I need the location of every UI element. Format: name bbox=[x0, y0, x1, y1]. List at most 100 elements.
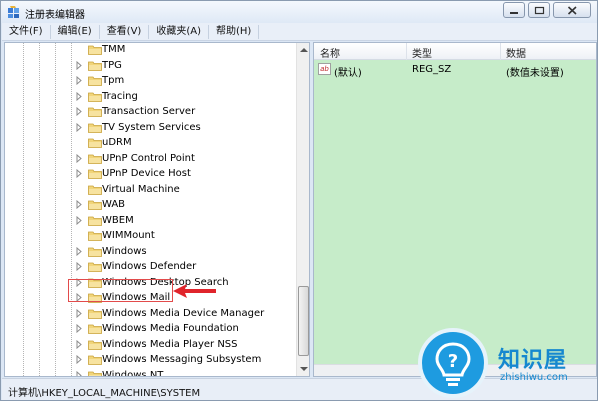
column-header-name[interactable]: 名称 bbox=[320, 45, 340, 60]
question-bulb-icon: ? bbox=[435, 342, 471, 386]
expand-arrow-icon[interactable] bbox=[75, 324, 83, 333]
folder-icon bbox=[88, 107, 102, 117]
folder-icon bbox=[88, 216, 102, 226]
title-bar[interactable]: 注册表编辑器 bbox=[1, 1, 597, 23]
expand-arrow-icon[interactable] bbox=[75, 153, 83, 163]
expand-arrow-icon[interactable] bbox=[75, 107, 83, 116]
column-separator[interactable] bbox=[500, 43, 501, 60]
tree-item[interactable]: Transaction Server bbox=[5, 104, 295, 119]
tree-item[interactable]: WIMMount bbox=[5, 228, 295, 243]
tree-item-label: WAB bbox=[102, 199, 126, 210]
expand-arrow-icon[interactable] bbox=[75, 60, 83, 70]
registry-tree-pane[interactable]: TMM TPG Tpm Tracing Transaction Server TV Sys… bbox=[4, 42, 310, 377]
folder-icon bbox=[88, 231, 102, 241]
minimize-button[interactable] bbox=[503, 2, 525, 18]
tree-item[interactable]: WBEM bbox=[5, 213, 295, 228]
expand-arrow-icon[interactable] bbox=[75, 262, 83, 271]
expand-arrow-icon[interactable] bbox=[75, 169, 83, 178]
watermark-subtitle: zhishiwu.com bbox=[500, 372, 568, 383]
tree-item[interactable]: TV System Services bbox=[5, 120, 295, 135]
expand-arrow-icon[interactable] bbox=[75, 246, 83, 256]
tree-item-label: UPnP Control Point bbox=[102, 152, 195, 164]
tree-item-label: Windows Media Foundation bbox=[102, 323, 239, 334]
folder-icon bbox=[88, 76, 102, 86]
maximize-icon bbox=[534, 6, 545, 15]
folder-icon bbox=[88, 92, 102, 102]
tree-item[interactable]: Windows bbox=[5, 244, 295, 259]
scroll-thumb[interactable] bbox=[298, 286, 309, 356]
folder-icon bbox=[88, 154, 102, 164]
status-path: 计算机\HKEY_LOCAL_MACHINE\SYSTEM bbox=[8, 388, 201, 399]
tree-item-label: Transaction Server bbox=[102, 106, 196, 117]
expand-arrow-icon[interactable] bbox=[75, 339, 83, 349]
tree-item-label: Virtual Machine bbox=[102, 183, 180, 195]
tree-item[interactable]: UPnP Device Host bbox=[5, 166, 295, 181]
column-separator[interactable] bbox=[406, 43, 407, 60]
tree-item[interactable]: WAB bbox=[5, 197, 295, 212]
menu-favorites[interactable]: 收藏夹(A) bbox=[149, 24, 209, 39]
tree-item[interactable]: Windows Defender bbox=[5, 259, 295, 274]
registry-values-pane[interactable]: 名称 类型 数据 ab (默认) REG_SZ (数值未设置) bbox=[313, 42, 597, 377]
svg-text:?: ? bbox=[448, 351, 458, 372]
tree-item[interactable]: TPG bbox=[5, 58, 295, 73]
tree-item-label: Windows NT bbox=[102, 369, 164, 377]
maximize-button[interactable] bbox=[528, 2, 550, 18]
list-header: 名称 类型 数据 bbox=[314, 43, 596, 60]
tree-item[interactable]: UPnP Control Point bbox=[5, 151, 295, 166]
tree-item[interactable]: Windows Media Device Manager bbox=[5, 306, 295, 321]
expand-arrow-icon[interactable] bbox=[75, 200, 83, 209]
highlight-box bbox=[68, 279, 173, 302]
column-header-type[interactable]: 类型 bbox=[412, 45, 432, 60]
folder-icon bbox=[88, 123, 102, 133]
menu-bar: 文件(F) 编辑(E) 查看(V) 收藏夹(A) 帮助(H) bbox=[2, 23, 597, 41]
red-arrow-icon bbox=[173, 284, 216, 298]
string-value-icon: ab bbox=[318, 63, 331, 75]
expand-arrow-icon[interactable] bbox=[75, 355, 83, 364]
tree-item-label: Windows Media Device Manager bbox=[102, 307, 265, 319]
tree-item[interactable]: Windows Messaging Subsystem bbox=[5, 352, 295, 367]
tree-item-label: UPnP Device Host bbox=[102, 168, 191, 179]
tree-item-label: Windows Media Player NSS bbox=[102, 338, 238, 350]
menu-edit[interactable]: 编辑(E) bbox=[51, 24, 100, 39]
value-data: (数值未设置) bbox=[506, 68, 564, 79]
expand-arrow-icon[interactable] bbox=[75, 215, 83, 225]
expand-arrow-icon[interactable] bbox=[75, 308, 83, 318]
tree-item[interactable]: Tpm bbox=[5, 73, 295, 88]
close-button[interactable] bbox=[553, 2, 591, 18]
tree-item[interactable]: TMM bbox=[5, 43, 295, 57]
column-header-data[interactable]: 数据 bbox=[506, 45, 526, 60]
tree-vertical-scrollbar[interactable] bbox=[296, 43, 310, 376]
tree-item-label: TMM bbox=[102, 44, 126, 55]
list-item[interactable]: ab (默认) REG_SZ (数值未设置) bbox=[314, 62, 596, 79]
folder-icon bbox=[88, 371, 102, 376]
folder-icon bbox=[88, 340, 102, 350]
folder-icon bbox=[88, 169, 102, 179]
expand-arrow-icon[interactable] bbox=[75, 370, 83, 378]
scroll-up-icon[interactable] bbox=[297, 43, 310, 57]
tree-item[interactable]: Tracing bbox=[5, 89, 295, 104]
tree-item[interactable]: Windows NT bbox=[5, 368, 295, 378]
window-title: 注册表编辑器 bbox=[25, 10, 85, 21]
value-type: REG_SZ bbox=[412, 64, 452, 75]
expand-arrow-icon[interactable] bbox=[75, 122, 83, 132]
expand-arrow-icon[interactable] bbox=[75, 91, 83, 101]
menu-file[interactable]: 文件(F) bbox=[2, 24, 51, 39]
expand-arrow-icon[interactable] bbox=[75, 76, 83, 85]
tree-item-label: Windows bbox=[102, 245, 147, 257]
tree-item-label: Windows Defender bbox=[102, 261, 197, 272]
menu-help[interactable]: 帮助(H) bbox=[209, 24, 260, 39]
tree-item-label: uDRM bbox=[102, 137, 132, 148]
tree-item-label: WIMMount bbox=[102, 230, 155, 241]
window-controls bbox=[500, 2, 591, 20]
folder-icon bbox=[88, 138, 102, 148]
tree-item[interactable]: Windows Media Player NSS bbox=[5, 337, 295, 352]
tree-item[interactable]: Windows Media Foundation bbox=[5, 321, 295, 336]
folder-icon bbox=[88, 324, 102, 334]
folder-icon bbox=[88, 262, 102, 272]
tree-item[interactable]: Virtual Machine bbox=[5, 182, 295, 197]
registry-editor-icon bbox=[8, 6, 19, 18]
menu-view[interactable]: 查看(V) bbox=[100, 24, 150, 39]
tree-item-label: TPG bbox=[102, 59, 122, 71]
tree-item[interactable]: uDRM bbox=[5, 135, 295, 150]
scroll-down-icon[interactable] bbox=[297, 362, 310, 376]
